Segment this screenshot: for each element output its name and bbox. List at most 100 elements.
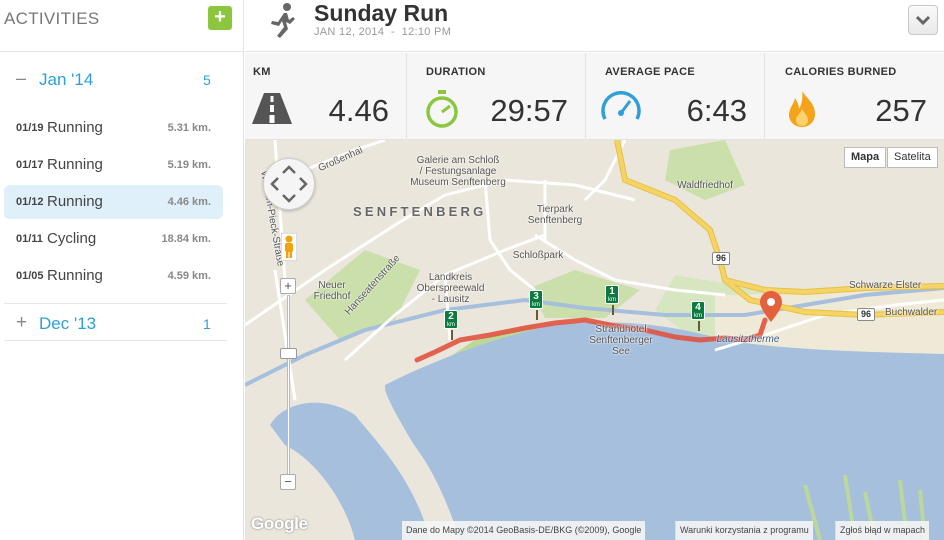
km-marker-pole (451, 330, 453, 340)
activity-distance: 4.46 km. (167, 196, 211, 208)
expand-toggle[interactable]: + (16, 312, 27, 334)
pan-arrows-icon (270, 165, 308, 203)
activity-date: JAN 12, 2014 (314, 26, 385, 38)
activity-type: Cycling (47, 230, 97, 247)
activity-datetime: JAN 12, 2014 - 12:10 PM (314, 26, 451, 38)
runner-icon (271, 3, 295, 38)
satellite-type-button[interactable]: Satelita (887, 147, 938, 168)
report-error-link[interactable]: Zgłoś błąd w mapach (835, 521, 930, 540)
km-marker-unit: km (447, 322, 455, 328)
stat-label: CALORIES BURNED (785, 66, 897, 78)
zoom-out-button[interactable]: − (280, 474, 296, 490)
poi-label: Landkreis Oberspreewald - Lausitz (416, 272, 485, 305)
speedometer-icon (601, 91, 641, 120)
google-logo[interactable]: Google (251, 514, 308, 534)
activity-date: 01/17 (16, 159, 44, 171)
month-group-jan-14[interactable]: – Jan '14 5 (0, 52, 243, 108)
km-marker-unit: km (608, 297, 616, 303)
stat-label: DURATION (426, 66, 486, 78)
month-group-dec-13[interactable]: + Dec '13 1 (4, 303, 227, 341)
km-marker[interactable]: 3 km (529, 290, 543, 309)
poi-label: Galerie am Schloß / Festungsanlage Museu… (410, 155, 506, 188)
km-marker-number: 4 (695, 302, 701, 313)
street-label: Buchwalder (885, 307, 938, 318)
km-marker-pole (536, 310, 538, 320)
sidebar-title: ACTIVITIES (4, 9, 100, 28)
options-dropdown-button[interactable] (908, 5, 938, 35)
stopwatch-icon (426, 90, 458, 128)
activity-item-selected[interactable]: 01/12 Running 4.46 km. (4, 185, 223, 219)
km-marker-number: 3 (533, 291, 539, 302)
pan-control[interactable] (263, 158, 315, 210)
poi-label: Lausitztherme (716, 334, 780, 345)
activity-item[interactable]: 01/11 Cycling 18.84 km. (4, 222, 223, 256)
activity-distance: 4.59 km. (167, 270, 211, 282)
activity-date: 01/05 (16, 270, 44, 282)
activity-item[interactable]: 01/19 Running 5.31 km. (4, 111, 223, 145)
map-type-button[interactable]: Mapa (844, 147, 887, 168)
poi-label: Schloßpark (512, 250, 564, 261)
road-icon (252, 93, 292, 124)
road-number-badge: 96 (712, 252, 731, 265)
stat-value: 257 (875, 93, 927, 128)
town-label: SENFTENBERG (353, 204, 487, 219)
activity-type: Running (47, 193, 103, 210)
activity-distance: 5.19 km. (167, 159, 211, 171)
month-count: 1 (203, 316, 211, 332)
activity-type: Running (47, 267, 103, 284)
terms-link[interactable]: Warunki korzystania z programu (675, 521, 813, 540)
poi-label: Strandhotel Senftenberger See (589, 324, 653, 357)
km-marker-number: 2 (448, 311, 454, 322)
km-marker[interactable]: 2 km (444, 310, 458, 329)
stat-calories: CALORIES BURNED 257 (765, 53, 944, 140)
zoom-slider-track[interactable] (287, 295, 290, 475)
datetime-separator: - (390, 26, 395, 38)
stat-value: 6:43 (686, 93, 747, 128)
month-count: 5 (203, 72, 211, 88)
stat-value: 29:57 (490, 93, 568, 128)
activity-type: Running (47, 119, 103, 136)
activity-type: Running (47, 156, 103, 173)
km-marker[interactable]: 1 km (605, 285, 619, 304)
collapse-toggle[interactable]: – (16, 68, 26, 89)
river-label: Schwarze Elster (849, 280, 922, 291)
poi-label: Tierpark Senftenberg (527, 204, 583, 226)
stat-duration: DURATION 29:57 (407, 53, 586, 140)
route-map[interactable]: SENFTENBERG Großenhai Galerie am Schloß … (245, 140, 944, 540)
month-label[interactable]: Jan '14 (39, 70, 93, 90)
km-marker-unit: km (694, 313, 702, 319)
app-window: ACTIVITIES + – Jan '14 5 01/19 Running 5… (0, 0, 944, 540)
sidebar-header: ACTIVITIES + (0, 0, 243, 52)
activity-item[interactable]: 01/17 Running 5.19 km. (4, 148, 223, 182)
activity-header: Sunday Run JAN 12, 2014 - 12:10 PM (245, 0, 944, 52)
km-marker-unit: km (532, 302, 540, 308)
km-marker[interactable]: 4 km (691, 301, 705, 320)
zoom-slider-thumb[interactable] (280, 348, 297, 359)
activity-item[interactable]: 01/05 Running 4.59 km. (4, 259, 223, 293)
stats-bar: KM 4.46 DURATION 29:57 AVERAGE PACE 6:43… (245, 53, 944, 140)
km-marker-pole (612, 305, 614, 315)
flame-icon (789, 91, 815, 127)
pegman-icon[interactable] (281, 233, 297, 261)
poi-label: Waldfriedhof (677, 180, 733, 191)
month-label[interactable]: Dec '13 (39, 314, 96, 334)
road-number-badge: 96 (857, 308, 876, 321)
activity-distance: 18.84 km. (161, 233, 211, 245)
map-data-credits: Dane do Mapy ©2014 GeoBasis-DE/BKG (©200… (402, 521, 646, 540)
poi-label: Neuer Friedhof (313, 280, 351, 302)
activity-date: 01/19 (16, 122, 44, 134)
stat-average-pace: AVERAGE PACE 6:43 (586, 53, 765, 140)
km-marker-pole (698, 321, 700, 331)
zoom-in-button[interactable]: + (280, 278, 296, 294)
km-marker-number: 1 (609, 286, 615, 297)
activity-title: Sunday Run (314, 0, 449, 26)
stat-km: KM 4.46 (245, 53, 407, 140)
activities-sidebar: ACTIVITIES + – Jan '14 5 01/19 Running 5… (0, 0, 244, 540)
stat-label: AVERAGE PACE (605, 66, 695, 78)
add-activity-button[interactable]: + (208, 6, 232, 30)
chevron-down-icon (915, 15, 931, 26)
activity-date: 01/12 (16, 196, 44, 208)
stat-label: KM (253, 66, 271, 78)
activity-date: 01/11 (16, 233, 43, 245)
activity-time: 12:10 PM (401, 26, 452, 38)
